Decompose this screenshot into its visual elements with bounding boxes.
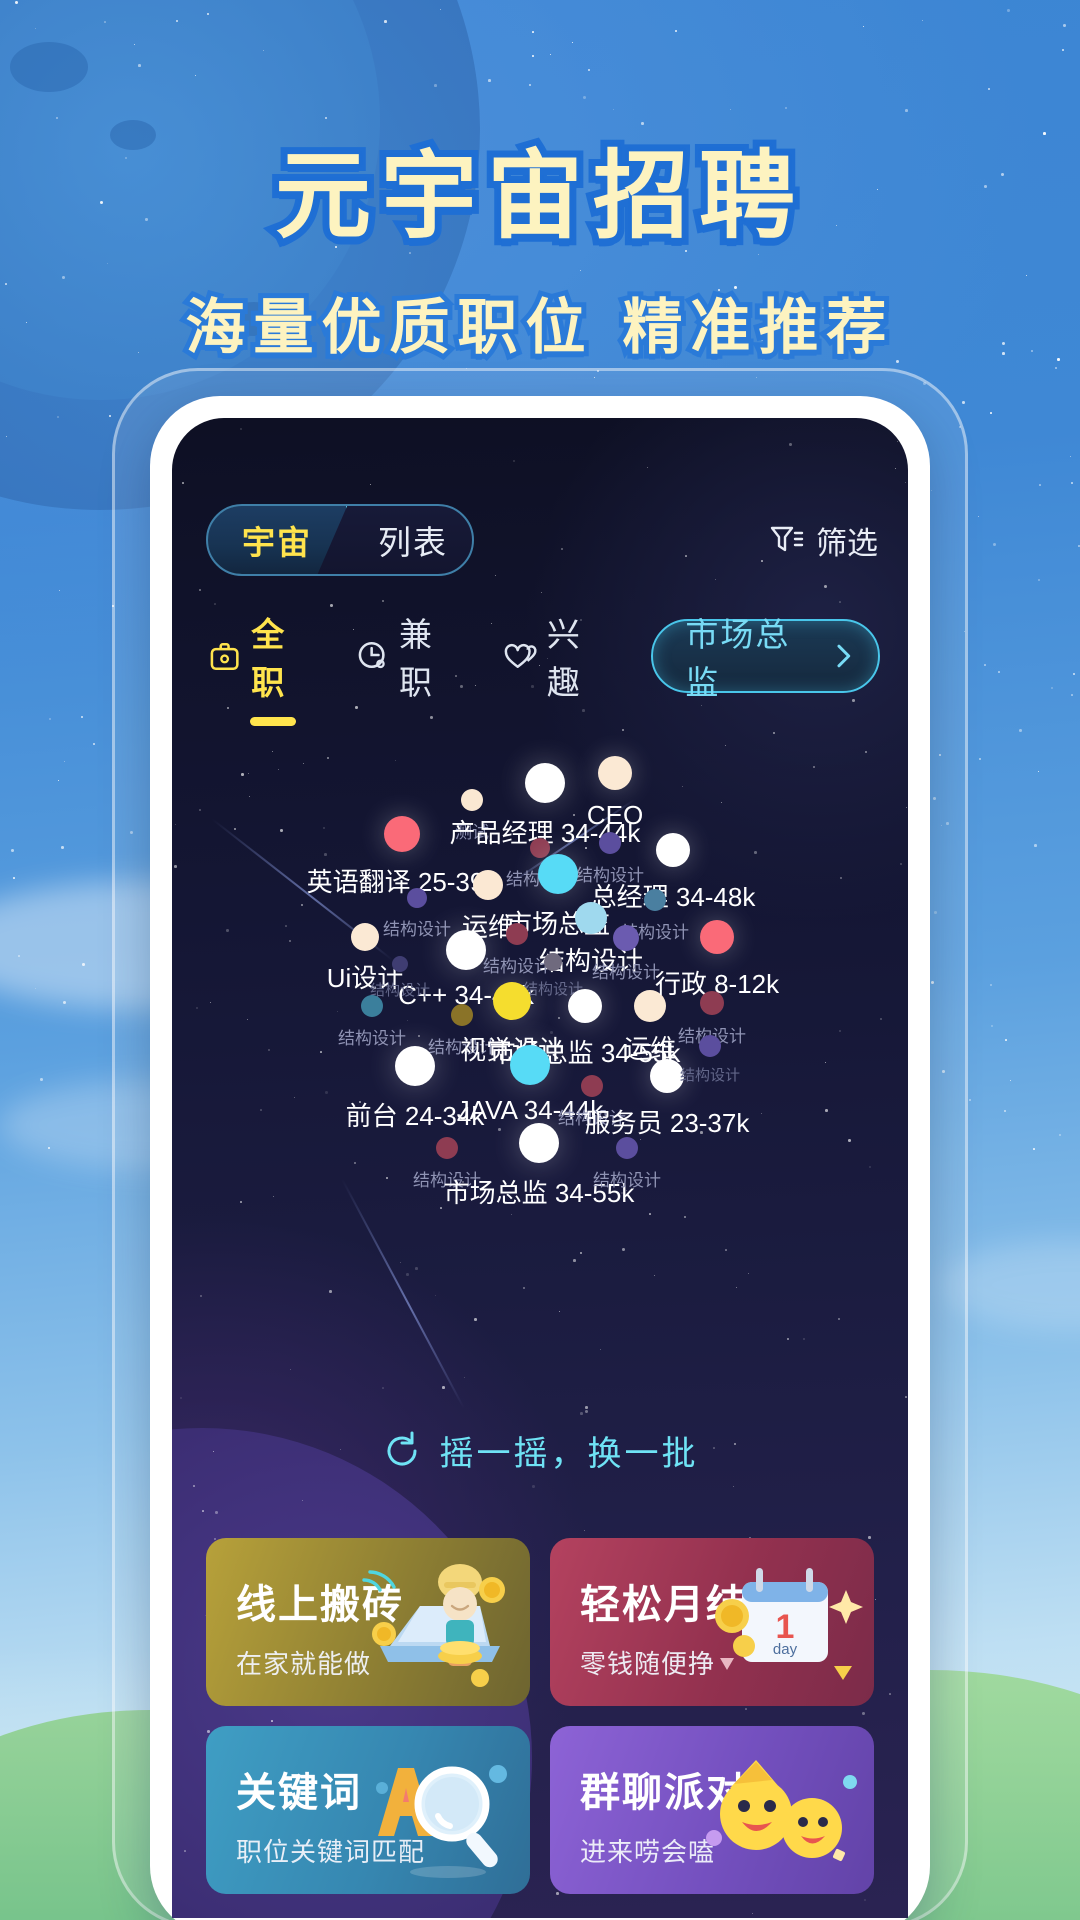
job-node[interactable] bbox=[384, 816, 420, 852]
job-node[interactable] bbox=[510, 1045, 550, 1085]
job-node-label[interactable]: 服务员 23-37k bbox=[585, 1103, 750, 1140]
job-node[interactable] bbox=[544, 953, 562, 971]
job-node[interactable] bbox=[361, 995, 383, 1017]
job-node[interactable] bbox=[700, 920, 734, 954]
job-node-label[interactable]: 英语翻译 25-39k bbox=[307, 862, 498, 899]
job-node[interactable] bbox=[538, 854, 578, 894]
job-node-label[interactable]: 结构设计 bbox=[483, 952, 551, 977]
job-node[interactable] bbox=[395, 1046, 435, 1086]
job-node[interactable] bbox=[616, 1137, 638, 1159]
promo-card-online-work[interactable]: 线上搬砖 在家就能做 bbox=[206, 1538, 530, 1706]
filter-icon bbox=[770, 526, 804, 552]
promo-page: 元宇宙招聘 海量优质职位 精准推荐 宇宙 列表 筛选 全职 兼职 兴趣 市场总监… bbox=[0, 0, 1080, 1920]
job-node[interactable] bbox=[407, 888, 427, 908]
job-node-label[interactable]: 结构设计 bbox=[592, 958, 660, 983]
shake-refresh-button[interactable]: 摇一摇，换一批 bbox=[172, 1426, 908, 1475]
filter-label: 筛选 bbox=[816, 525, 878, 561]
page-subtitle: 海量优质职位 精准推荐 bbox=[181, 288, 895, 368]
clock-icon bbox=[358, 642, 385, 669]
job-node-label[interactable]: 结构设计 bbox=[338, 1024, 406, 1049]
job-node[interactable] bbox=[581, 1075, 603, 1097]
job-node[interactable] bbox=[575, 902, 607, 934]
svg-text:day: day bbox=[773, 1641, 798, 1658]
filter-button[interactable]: 筛选 bbox=[770, 518, 878, 563]
hearts-icon bbox=[504, 644, 537, 668]
phone-mockup: 宇宙 列表 筛选 全职 兼职 兴趣 市场总监 测试 产品经理 34-44k CE… bbox=[150, 396, 930, 1920]
job-node[interactable] bbox=[446, 930, 486, 970]
job-node[interactable] bbox=[436, 1137, 458, 1159]
magnifier-letter-a-icon bbox=[376, 1765, 507, 1878]
job-node[interactable] bbox=[493, 982, 531, 1020]
job-node[interactable] bbox=[700, 991, 724, 1015]
tab-list[interactable]: 列表 bbox=[348, 506, 472, 574]
job-node-label[interactable]: CEO bbox=[587, 800, 643, 831]
tab-universe[interactable]: 宇宙 bbox=[208, 506, 348, 574]
job-node-label[interactable]: 结构设计 bbox=[593, 1166, 661, 1191]
job-node[interactable] bbox=[598, 756, 632, 790]
screen-topbar: 宇宙 列表 筛选 bbox=[172, 504, 908, 576]
page-title: 元宇宙招聘 bbox=[268, 133, 805, 259]
role-selector-button[interactable]: 市场总监 bbox=[651, 616, 880, 701]
shake-label: 摇一摇，换一批 bbox=[439, 1435, 699, 1473]
job-node-label[interactable]: 总经理 34-48k bbox=[591, 877, 756, 914]
job-node[interactable] bbox=[519, 1123, 559, 1163]
job-node[interactable] bbox=[525, 763, 565, 803]
job-node[interactable] bbox=[451, 1004, 473, 1026]
refresh-icon bbox=[387, 1431, 416, 1466]
job-node[interactable] bbox=[530, 838, 550, 858]
laptop-worker-coins-icon bbox=[362, 1564, 505, 1687]
job-node[interactable] bbox=[650, 1059, 684, 1093]
job-node[interactable] bbox=[392, 956, 408, 972]
job-node[interactable] bbox=[351, 923, 379, 951]
job-node[interactable] bbox=[656, 833, 690, 867]
promo-card-keyword[interactable]: 关键词 职位关键词匹配 bbox=[206, 1726, 530, 1894]
calendar-coin-icon: 1 day bbox=[715, 1568, 863, 1680]
job-node-label[interactable]: 结构设计 bbox=[383, 915, 451, 940]
job-node[interactable] bbox=[644, 889, 666, 911]
party-emoji-icon bbox=[706, 1760, 857, 1861]
job-node[interactable] bbox=[568, 989, 602, 1023]
promo-card-grid: 线上搬砖 在家就能做 轻松月结 零钱随便挣 1 day 关键词 职位关键词匹配 … bbox=[206, 1538, 874, 1894]
job-node[interactable] bbox=[473, 870, 503, 900]
job-node-label[interactable]: 结构设计 bbox=[680, 1064, 740, 1085]
job-universe-map[interactable]: 测试产品经理 34-44kCEO结构设计结构设计英语翻译 25-39k总经理 3… bbox=[172, 688, 908, 1378]
chevron-right-icon bbox=[837, 644, 851, 668]
view-mode-segmented-control[interactable]: 宇宙 列表 bbox=[206, 504, 474, 576]
job-node[interactable] bbox=[461, 789, 483, 811]
job-node[interactable] bbox=[506, 923, 528, 945]
job-node[interactable] bbox=[699, 1035, 721, 1057]
promo-card-monthly-settlement[interactable]: 轻松月结 零钱随便挣 1 day bbox=[550, 1538, 874, 1706]
phone-screen: 宇宙 列表 筛选 全职 兼职 兴趣 市场总监 测试 产品经理 34-44k CE… bbox=[172, 418, 908, 1918]
promo-card-group-chat[interactable]: 群聊派对 进来唠会嗑 bbox=[550, 1726, 874, 1894]
briefcase-icon bbox=[210, 642, 239, 670]
job-node[interactable] bbox=[599, 832, 621, 854]
hero: 元宇宙招聘 海量优质职位 精准推荐 bbox=[0, 118, 1080, 368]
job-node[interactable] bbox=[613, 925, 639, 951]
